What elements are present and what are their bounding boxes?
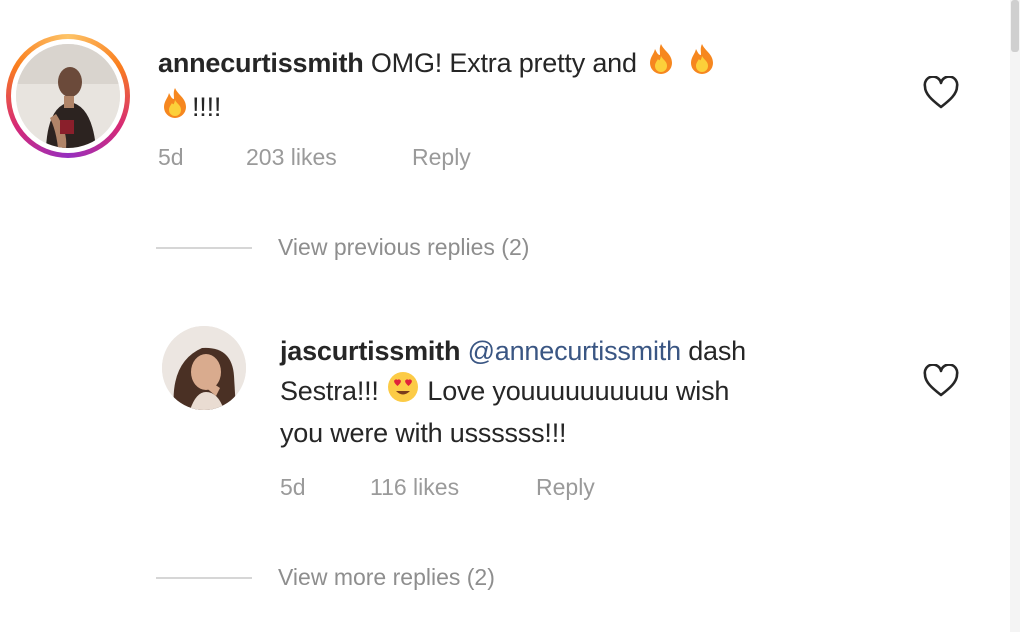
avatar-ring-gap bbox=[11, 39, 125, 153]
profile-photo-icon bbox=[16, 44, 120, 148]
view-previous-replies-label[interactable]: View previous replies (2) bbox=[278, 234, 529, 261]
fire-emoji-2 bbox=[685, 42, 719, 86]
fire-emoji-3 bbox=[158, 86, 192, 130]
comment-text-part1: OMG! Extra pretty and bbox=[370, 48, 637, 78]
heart-outline-icon[interactable] bbox=[922, 363, 960, 398]
view-more-replies[interactable]: View more replies (2) bbox=[156, 564, 495, 591]
comment-username[interactable]: annecurtissmith bbox=[158, 48, 364, 78]
avatar-story-ring[interactable] bbox=[6, 34, 130, 158]
reply-text-part1: dash bbox=[688, 336, 746, 366]
scrollbar-thumb[interactable] bbox=[1011, 0, 1019, 52]
reply-button[interactable]: Reply bbox=[536, 474, 595, 501]
comment-text-part2: !!!! bbox=[192, 92, 222, 122]
reply-mention-link[interactable]: @annecurtissmith bbox=[468, 336, 681, 366]
heart-outline-icon[interactable] bbox=[922, 75, 960, 110]
scrollbar[interactable] bbox=[1010, 0, 1020, 632]
reply-body: jascurtissmith @annecurtissmith dash Ses… bbox=[280, 332, 900, 452]
comment-age: 5d bbox=[158, 144, 184, 170]
reply-text-part4: you were with ussssss!!! bbox=[280, 418, 567, 448]
view-previous-replies[interactable]: View previous replies (2) bbox=[156, 234, 529, 261]
comment-body: annecurtissmith OMG! Extra pretty and !!… bbox=[158, 42, 878, 130]
reply-button[interactable]: Reply bbox=[412, 144, 471, 171]
comment-meta: 5d 203 likes Reply bbox=[158, 144, 658, 174]
heart-eyes-emoji bbox=[386, 370, 420, 414]
replies-divider bbox=[156, 576, 252, 579]
view-more-replies-label[interactable]: View more replies (2) bbox=[278, 564, 495, 591]
reply-age: 5d bbox=[280, 474, 306, 500]
reply-text-part3: Love youuuuuuuuuu wish bbox=[427, 376, 730, 406]
reply-username[interactable]: jascurtissmith bbox=[280, 336, 460, 366]
replies-divider bbox=[156, 246, 252, 249]
comment-likes[interactable]: 203 likes bbox=[246, 144, 337, 171]
comment-reply: jascurtissmith @annecurtissmith dash Ses… bbox=[0, 300, 1000, 530]
reply-text-part2: Sestra!!! bbox=[280, 376, 379, 406]
fire-emoji-1 bbox=[644, 42, 678, 86]
comment-main: annecurtissmith OMG! Extra pretty and !!… bbox=[0, 0, 1000, 200]
reply-meta: 5d 116 likes Reply bbox=[280, 474, 780, 504]
reply-likes[interactable]: 116 likes bbox=[370, 474, 459, 501]
profile-photo-icon[interactable] bbox=[162, 326, 246, 410]
